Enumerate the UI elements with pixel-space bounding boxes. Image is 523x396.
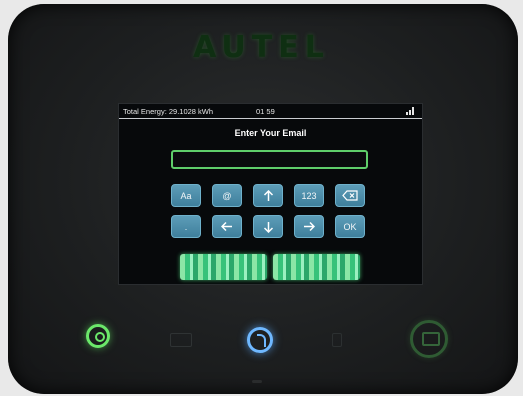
- arrow-up-icon: [263, 190, 273, 201]
- backspace-icon: [342, 190, 358, 201]
- key-numeric[interactable]: 123: [294, 184, 324, 207]
- signal-icon: [406, 107, 414, 115]
- key-at[interactable]: @: [212, 184, 242, 207]
- key-up[interactable]: [253, 184, 283, 207]
- total-energy-label: Total Energy: 29.1028 kWh: [123, 107, 214, 116]
- power-icon[interactable]: [86, 324, 110, 348]
- key-period[interactable]: .: [171, 215, 201, 238]
- status-bar: Total Energy: 29.1028 kWh 01 59: [119, 104, 422, 119]
- next-button[interactable]: [273, 254, 360, 280]
- back-button[interactable]: [180, 254, 267, 280]
- key-right[interactable]: [294, 215, 324, 238]
- page-title: Enter Your Email: [234, 128, 307, 138]
- plug-icon: [332, 333, 342, 347]
- clock-label: 01 59: [256, 107, 275, 116]
- autel-logo: AUTEL: [193, 30, 330, 65]
- key-down[interactable]: [253, 215, 283, 238]
- lcd-screen: Total Energy: 29.1028 kWh 01 59 Enter Yo…: [118, 103, 423, 285]
- arrow-right-icon: [304, 221, 315, 232]
- arrow-down-icon: [263, 222, 273, 233]
- card-slot-icon: [170, 333, 192, 347]
- charging-status-icon: [410, 320, 448, 358]
- key-backspace[interactable]: [335, 184, 365, 207]
- email-input[interactable]: [171, 150, 368, 169]
- arrow-left-icon: [221, 221, 232, 232]
- rfid-icon[interactable]: [247, 327, 273, 353]
- key-ok[interactable]: OK: [335, 215, 365, 238]
- key-left[interactable]: [212, 215, 242, 238]
- key-case-toggle[interactable]: Aa: [171, 184, 201, 207]
- indicator-led: [252, 380, 262, 383]
